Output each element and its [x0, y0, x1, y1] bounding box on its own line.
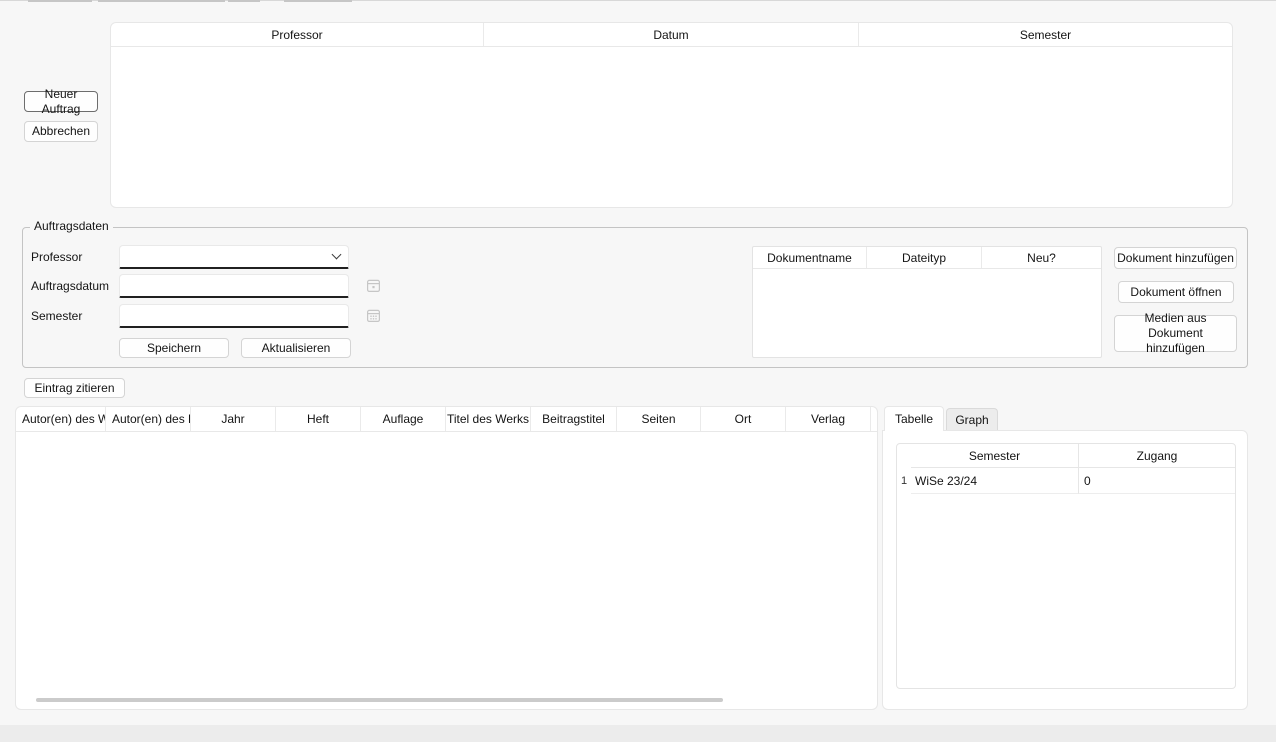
- citations-header-contribution-authors[interactable]: Autor(en) des Beitrags: [106, 407, 191, 431]
- semester-field[interactable]: [119, 304, 349, 328]
- order-form-legend: Auftragsdaten: [30, 219, 113, 233]
- orders-header-semester[interactable]: Semester: [859, 23, 1232, 46]
- order-date-label: Auftragsdatum: [31, 279, 109, 293]
- cancel-button[interactable]: Abbrechen: [24, 121, 98, 142]
- save-button[interactable]: Speichern: [119, 338, 229, 358]
- citations-header-year[interactable]: Jahr: [191, 407, 276, 431]
- documents-header-filetype[interactable]: Dateityp: [867, 247, 982, 268]
- citations-header-contribution-title[interactable]: Beitragstitel: [531, 407, 617, 431]
- order-form-group: Auftragsdaten Professor Auftragsdatum Se…: [22, 227, 1248, 368]
- documents-header-new[interactable]: Neu?: [982, 247, 1101, 268]
- citations-table-body[interactable]: [16, 432, 877, 682]
- citations-header-row: Autor(en) des Werks Autor(en) des Beitra…: [16, 407, 877, 432]
- citations-header-work-authors[interactable]: Autor(en) des Werks: [16, 407, 106, 431]
- documents-table-body[interactable]: [753, 269, 1101, 357]
- cite-entry-button[interactable]: Eintrag zitieren: [24, 378, 125, 398]
- documents-header-name[interactable]: Dokumentname: [753, 247, 867, 268]
- professor-combobox-input[interactable]: [128, 250, 333, 264]
- orders-table-body[interactable]: [111, 47, 1232, 207]
- chevron-down-icon[interactable]: [332, 250, 342, 260]
- orders-header-datum[interactable]: Datum: [484, 23, 859, 46]
- professor-label: Professor: [31, 250, 82, 264]
- stats-panel: Semester Zugang 1 WiSe 23/24 0: [882, 430, 1248, 710]
- citations-header-issue[interactable]: Heft: [276, 407, 361, 431]
- stats-header-semester[interactable]: Semester: [911, 444, 1079, 468]
- stats-cell-zugang[interactable]: 0: [1079, 468, 1235, 494]
- tab-tabelle[interactable]: Tabelle: [884, 406, 944, 431]
- stats-row[interactable]: 1 WiSe 23/24 0: [897, 468, 1235, 494]
- stats-table: Semester Zugang 1 WiSe 23/24 0: [896, 443, 1236, 689]
- add-media-button[interactable]: Medien aus Dokument hinzufügen: [1114, 315, 1237, 352]
- stats-cell-semester[interactable]: WiSe 23/24: [911, 468, 1079, 494]
- top-tab-remnant: [28, 0, 92, 2]
- documents-table: Dokumentname Dateityp Neu?: [752, 246, 1102, 358]
- citations-header-pages[interactable]: Seiten: [617, 407, 701, 431]
- orders-table-header-row: Professor Datum Semester: [111, 23, 1232, 47]
- stats-header-zugang[interactable]: Zugang: [1079, 444, 1235, 468]
- window-bottom-strip: [0, 725, 1276, 742]
- citations-header-publisher[interactable]: Verlag: [786, 407, 871, 431]
- add-document-button[interactable]: Dokument hinzufügen: [1114, 247, 1237, 269]
- semester-input[interactable]: [128, 309, 340, 323]
- horizontal-scrollbar[interactable]: [36, 698, 723, 702]
- new-order-button[interactable]: Neuer Auftrag: [24, 91, 98, 112]
- citations-table: Autor(en) des Werks Autor(en) des Beitra…: [15, 406, 878, 710]
- documents-table-header-row: Dokumentname Dateityp Neu?: [753, 247, 1101, 269]
- orders-table: Professor Datum Semester: [110, 22, 1233, 208]
- tab-graph[interactable]: Graph: [946, 408, 998, 431]
- orders-header-professor[interactable]: Professor: [111, 23, 484, 46]
- stats-table-empty-area[interactable]: [897, 494, 1235, 689]
- citations-header-place[interactable]: Ort: [701, 407, 786, 431]
- order-date-input[interactable]: [128, 279, 340, 293]
- top-tab-remnant: [228, 0, 260, 2]
- order-date-field[interactable]: [119, 274, 349, 298]
- top-tab-remnant: [98, 0, 225, 2]
- calendar-dates-icon[interactable]: [366, 308, 381, 326]
- top-tab-remnant: [284, 0, 352, 2]
- open-document-button[interactable]: Dokument öffnen: [1118, 281, 1234, 303]
- semester-label: Semester: [31, 309, 82, 323]
- citations-header-edition[interactable]: Auflage: [361, 407, 446, 431]
- stats-header-gutter: [897, 444, 911, 468]
- professor-combobox[interactable]: [119, 245, 349, 269]
- calendar-today-icon[interactable]: [366, 278, 381, 296]
- stats-header-row: Semester Zugang: [897, 444, 1235, 468]
- citations-header-work-title[interactable]: Titel des Werks: [446, 407, 531, 431]
- update-button[interactable]: Aktualisieren: [241, 338, 351, 358]
- stats-row-number: 1: [897, 468, 911, 494]
